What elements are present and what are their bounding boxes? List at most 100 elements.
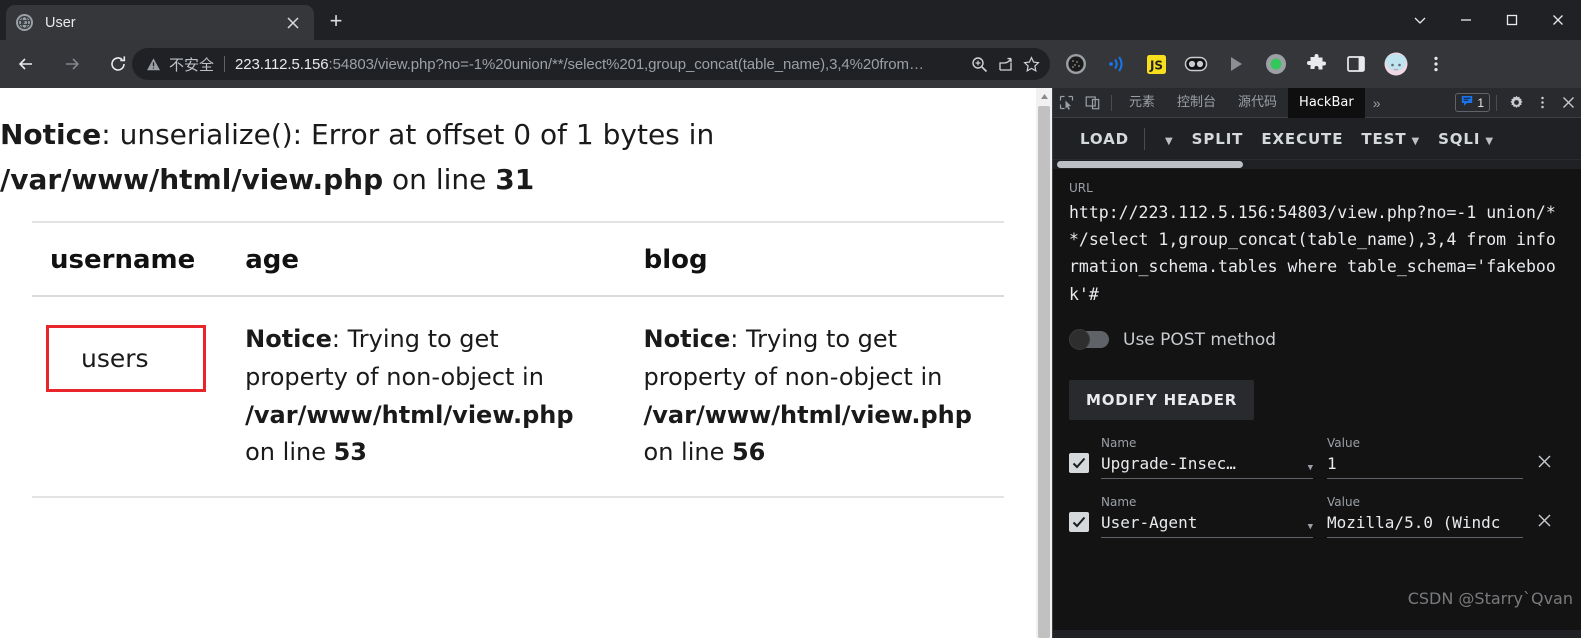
avatar-icon[interactable] xyxy=(1380,48,1412,80)
new-tab-button[interactable]: + xyxy=(322,8,350,36)
header-value-input[interactable]: 1 xyxy=(1327,454,1523,479)
hackbar-scrollbar-thumb[interactable] xyxy=(1057,161,1243,168)
header-value-label: Value xyxy=(1327,435,1360,450)
toggle-pill-icon[interactable] xyxy=(1180,48,1212,80)
url-input[interactable]: http://223.112.5.156:54803/view.php?no=-… xyxy=(1069,199,1565,308)
zoom-in-icon[interactable] xyxy=(966,51,992,77)
green-circle-icon[interactable] xyxy=(1260,48,1292,80)
url-field-label: URL xyxy=(1069,181,1093,195)
device-toolbar-icon[interactable] xyxy=(1079,89,1105,117)
cell-blog: Notice: Trying to get property of non-ob… xyxy=(626,311,1004,473)
test-label: TEST xyxy=(1361,129,1407,148)
blog-notice-line-prefix: on line xyxy=(643,438,732,467)
tab-title: User xyxy=(45,14,76,31)
share-icon[interactable] xyxy=(992,51,1018,77)
header-name-input[interactable]: Upgrade-Insec… ▼ xyxy=(1101,454,1313,479)
header-name-input[interactable]: User-Agent ▼ xyxy=(1101,513,1313,538)
js-icon[interactable]: JS xyxy=(1140,48,1172,80)
forward-button[interactable] xyxy=(52,44,92,84)
age-notice-line-number: 53 xyxy=(333,438,367,467)
window-close-icon[interactable] xyxy=(1535,0,1581,40)
message-count: 1 xyxy=(1477,95,1484,110)
devtools-tab-hackbar[interactable]: HackBar xyxy=(1288,87,1365,118)
minimize-icon[interactable] xyxy=(1443,0,1489,40)
hackbar-horizontal-scrollbar[interactable] xyxy=(1053,160,1581,169)
notice-message: : unserialize(): Error at offset 0 of 1 … xyxy=(101,118,715,151)
page-scrollbar[interactable] xyxy=(1036,88,1052,638)
message-icon xyxy=(1461,94,1473,112)
devtools-tab-console[interactable]: 控制台 xyxy=(1166,88,1227,118)
devtools-panel: 元素 控制台 源代码 HackBar » 1 LOAD ▼ SPLIT EXEC… xyxy=(1052,87,1581,638)
header-name-value: Upgrade-Insec… xyxy=(1101,453,1236,473)
column-header-age: age xyxy=(245,244,300,275)
header-remove-icon[interactable] xyxy=(1537,452,1552,475)
security-status-label: 不安全 xyxy=(169,56,215,74)
header-name-field[interactable]: Name User-Agent ▼ xyxy=(1101,495,1313,538)
url-text: 223.112.5.156:54803/view.php?no=-1%20uni… xyxy=(235,56,966,73)
devtools-divider-right xyxy=(1496,94,1497,111)
php-notice-unserialize: Notice: unserialize(): Error at offset 0… xyxy=(0,112,1036,203)
gear-icon[interactable] xyxy=(1503,89,1529,117)
maximize-icon[interactable] xyxy=(1489,0,1535,40)
extension-toolbar: JS xyxy=(1056,40,1456,88)
hackbar-toolbar: LOAD ▼ SPLIT EXECUTE TEST ▼ SQLI ▼ xyxy=(1053,118,1581,160)
scroll-up-arrow-icon[interactable] xyxy=(1036,88,1052,105)
hackbar-toolbar-divider xyxy=(1144,127,1146,150)
warning-triangle-icon xyxy=(146,57,161,72)
post-method-row: Use POST method xyxy=(1069,329,1565,351)
devtools-tab-elements[interactable]: 元素 xyxy=(1118,88,1166,118)
hackbar-execute-button[interactable]: EXECUTE xyxy=(1252,130,1352,148)
header-value-field[interactable]: Value 1 xyxy=(1327,436,1523,479)
age-notice-line-prefix: on line xyxy=(245,438,334,467)
play-triangle-icon[interactable] xyxy=(1220,48,1252,80)
header-enabled-checkbox[interactable] xyxy=(1069,511,1089,532)
side-panel-icon[interactable] xyxy=(1340,48,1372,80)
three-dot-menu-icon[interactable] xyxy=(1420,48,1452,80)
window-controls xyxy=(1397,0,1581,40)
tab-strip: User + xyxy=(0,0,1581,40)
inspect-cursor-icon[interactable] xyxy=(1053,89,1079,117)
hackbar-load-button[interactable]: LOAD xyxy=(1071,130,1138,148)
devtools-tab-sources[interactable]: 源代码 xyxy=(1227,88,1288,118)
content-divider-top xyxy=(32,220,1004,223)
chevron-down-icon[interactable]: ▼ xyxy=(1308,522,1313,532)
hackbar-split-button[interactable]: SPLIT xyxy=(1183,130,1253,148)
header-name-field[interactable]: Name Upgrade-Insec… ▼ xyxy=(1101,436,1313,479)
hackbar-load-dropdown[interactable]: ▼ xyxy=(1151,130,1183,148)
back-button[interactable] xyxy=(6,44,46,84)
puzzle-piece-icon[interactable] xyxy=(1300,48,1332,80)
notice-file: /var/www/html/view.php xyxy=(0,163,384,197)
notice-line-prefix: on line xyxy=(383,163,496,197)
bookmark-star-icon[interactable] xyxy=(1018,51,1044,77)
header-remove-icon[interactable] xyxy=(1537,511,1552,534)
wifi-arcs-icon[interactable] xyxy=(1100,48,1132,80)
navigation-bar: 不安全 223.112.5.156:54803/view.php?no=-1%2… xyxy=(0,40,1581,88)
page-content: Notice : unserialize(): Error at offset 0… xyxy=(0,88,1036,638)
post-method-toggle[interactable] xyxy=(1069,329,1109,351)
chevron-down-icon[interactable]: ▼ xyxy=(1308,463,1313,473)
omnibox-divider xyxy=(224,56,226,72)
scrollbar-thumb[interactable] xyxy=(1038,106,1050,638)
dark-sphere-icon[interactable] xyxy=(1060,48,1092,80)
hackbar-test-button[interactable]: TEST ▼ xyxy=(1352,130,1429,148)
address-bar[interactable]: 不安全 223.112.5.156:54803/view.php?no=-1%2… xyxy=(132,48,1050,80)
devtools-tab-bar: 元素 控制台 源代码 HackBar » 1 xyxy=(1053,87,1581,118)
hackbar-sqli-button[interactable]: SQLI ▼ xyxy=(1429,130,1503,148)
devtools-menu-icon[interactable] xyxy=(1529,89,1555,117)
header-value-field[interactable]: Value Mozilla/5.0 (Windc xyxy=(1327,495,1523,538)
globe-icon xyxy=(16,14,33,31)
notice-line-number: 31 xyxy=(495,163,535,197)
tab-close-icon[interactable] xyxy=(282,12,304,34)
header-value-input[interactable]: Mozilla/5.0 (Windc xyxy=(1327,513,1523,538)
modify-header-button[interactable]: MODIFY HEADER xyxy=(1069,379,1255,420)
header-enabled-checkbox[interactable] xyxy=(1069,452,1089,473)
header-value-label: Value xyxy=(1327,494,1360,509)
table-header-row: username age blog xyxy=(32,237,1004,295)
chevron-down-icon[interactable] xyxy=(1397,0,1443,40)
blog-notice-label: Notice xyxy=(643,324,731,353)
chevron-down-icon: ▼ xyxy=(1411,135,1421,147)
browser-tab[interactable]: User xyxy=(6,5,314,40)
devtools-close-icon[interactable] xyxy=(1555,89,1581,117)
chevron-double-right-icon[interactable]: » xyxy=(1365,88,1389,118)
message-counter[interactable]: 1 xyxy=(1455,93,1490,112)
